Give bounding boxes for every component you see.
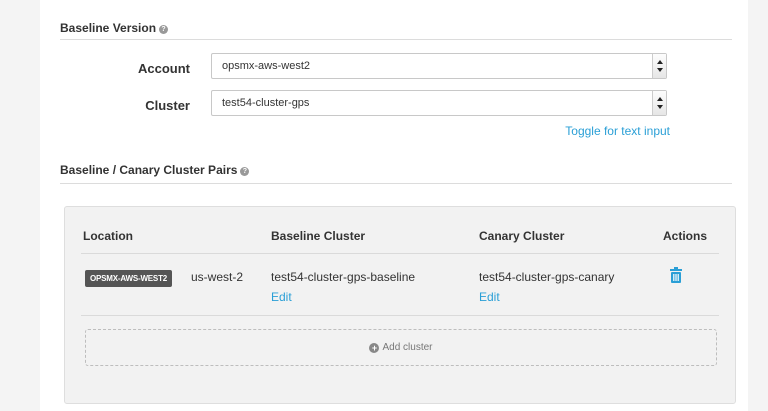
cluster-pairs-heading: Baseline / Canary Cluster Pairs? (60, 163, 250, 177)
select-arrows-icon (652, 91, 666, 115)
baseline-cluster-name: test54-cluster-gps-baseline (271, 270, 416, 284)
help-icon[interactable]: ? (159, 25, 169, 34)
column-header-baseline-cluster: Baseline Cluster (271, 229, 366, 243)
cluster-select-value: test54-cluster-gps (222, 97, 310, 109)
account-label: Account (138, 61, 190, 76)
select-arrows-icon (652, 54, 666, 78)
region-text: us-west-2 (191, 270, 244, 284)
canary-cluster-name: test54-cluster-gps-canary (479, 270, 615, 284)
cluster-pairs-title: Baseline / Canary Cluster Pairs (60, 163, 238, 177)
add-cluster-button[interactable]: + Add cluster (85, 329, 717, 366)
canary-config-card: Baseline Version? Account opsmx-aws-west… (40, 0, 748, 411)
toggle-text-input-link[interactable]: Toggle for text input (565, 124, 670, 138)
edit-canary-link[interactable]: Edit (479, 290, 500, 304)
cluster-pairs-panel: Location Baseline Cluster Canary Cluster… (64, 206, 736, 404)
baseline-version-heading: Baseline Version? (60, 21, 169, 35)
baseline-version-title: Baseline Version (60, 21, 157, 35)
cluster-select[interactable]: test54-cluster-gps (211, 90, 667, 116)
divider (60, 39, 732, 40)
account-select[interactable]: opsmx-aws-west2 (211, 53, 667, 79)
edit-baseline-link[interactable]: Edit (271, 290, 292, 304)
column-header-location: Location (83, 229, 133, 243)
column-header-actions: Actions (663, 229, 708, 243)
cluster-label: Cluster (145, 98, 190, 113)
divider (60, 183, 732, 184)
help-icon[interactable]: ? (240, 167, 250, 176)
trash-icon[interactable] (670, 267, 682, 283)
row-divider (81, 315, 719, 316)
row-divider (81, 253, 719, 254)
plus-circle-icon: + (369, 343, 380, 353)
column-header-canary-cluster: Canary Cluster (479, 229, 565, 243)
add-cluster-label: Add cluster (382, 342, 433, 353)
account-badge: OPSMX-AWS-WEST2 (85, 270, 173, 287)
account-select-value: opsmx-aws-west2 (222, 60, 311, 72)
